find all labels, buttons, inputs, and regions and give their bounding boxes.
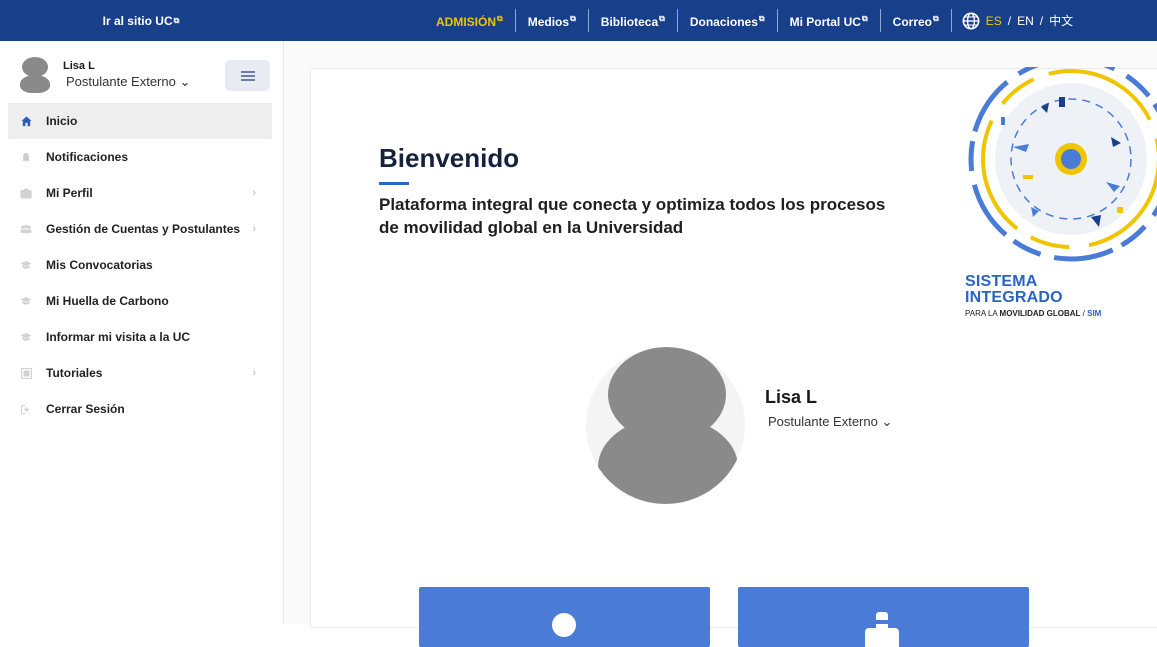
graduation-cap-icon: [20, 295, 32, 307]
nav-medios-label: Medios: [527, 15, 570, 29]
logo-sub-sim: SIM: [1087, 309, 1102, 318]
sidebar-item-label: Gestión de Cuentas y Postulantes: [46, 222, 241, 236]
logo-line-1: SISTEMA: [965, 273, 1038, 290]
site-link[interactable]: Ir al sitio UC ⧉: [0, 0, 282, 41]
top-bar: Ir al sitio UC ⧉ ADMISIÓN⧉ Medios⧉ Biblio…: [0, 0, 1157, 41]
person-icon: [552, 613, 576, 637]
site-link-label: Ir al sitio UC: [102, 13, 173, 28]
chevron-right-icon: ›: [252, 187, 256, 199]
sidebar-item-label: Mi Huella de Carbono: [46, 294, 169, 308]
sidebar-item-inicio[interactable]: Inicio: [8, 103, 272, 139]
sidebar-item-label: Mi Perfil: [46, 186, 93, 200]
sidebar-item-label: Inicio: [46, 114, 78, 128]
page-title: Bienvenido: [379, 143, 520, 173]
external-link-icon: ⧉: [933, 14, 939, 23]
sidebar-item-huella-carbono[interactable]: Mi Huella de Carbono: [8, 283, 272, 319]
bell-icon: [20, 151, 32, 163]
role-dropdown[interactable]: Postulante Externo ⌄: [66, 74, 190, 90]
medical-kit-icon: [865, 612, 899, 647]
sidebar-item-informar-visita[interactable]: Informar mi visita a la UC: [8, 319, 272, 355]
sidebar-item-notificaciones[interactable]: Notificaciones: [8, 139, 272, 175]
logo-sub-pre: PARA LA: [965, 309, 1000, 318]
user-name: Lisa L: [63, 60, 95, 72]
sidebar-item-label: Informar mi visita a la UC: [46, 330, 191, 344]
title-underline: [379, 182, 409, 185]
nav-admision-label: ADMISIÓN: [436, 15, 496, 29]
users-icon: [20, 223, 32, 235]
video-icon: [20, 367, 32, 379]
sidebar-item-mi-perfil[interactable]: Mi Perfil ›: [8, 175, 272, 211]
nav-correo-label: Correo: [892, 15, 932, 29]
nav-mi-portal-uc[interactable]: Mi Portal UC⧉: [778, 9, 881, 32]
lang-es[interactable]: ES: [986, 14, 1002, 28]
nav-donaciones[interactable]: Donaciones⧉: [678, 9, 778, 32]
graduation-cap-icon: [20, 259, 32, 271]
external-link-icon: ⧉: [861, 14, 868, 23]
menu-toggle-button[interactable]: [225, 60, 270, 91]
external-link-icon: ⧉: [497, 14, 503, 23]
sidebar-item-label: Mis Convocatorias: [46, 258, 153, 272]
lang-zh[interactable]: 中文: [1049, 12, 1073, 29]
sidebar-item-label: Cerrar Sesión: [46, 402, 125, 416]
sidebar-item-mis-convocatorias[interactable]: Mis Convocatorias: [8, 247, 272, 283]
nav-biblioteca-label: Biblioteca: [600, 15, 659, 29]
language-switcher: ES / EN / 中文: [952, 12, 1073, 30]
sidebar-item-label: Notificaciones: [46, 150, 129, 164]
logo-line-2: INTEGRADO: [965, 289, 1063, 306]
hamburger-icon: [240, 74, 255, 77]
top-nav: ADMISIÓN⧉ Medios⧉ Biblioteca⧉ Donaciones…: [424, 0, 1073, 41]
profile-role-dropdown[interactable]: Postulante Externo ⌄: [768, 414, 892, 430]
tagline: Plataforma integral que conecta y optimi…: [379, 195, 886, 237]
home-icon: [20, 115, 32, 127]
avatar: [20, 57, 50, 93]
sidebar-item-tutoriales[interactable]: Tutoriales ›: [8, 355, 272, 391]
external-link-icon: ⧉: [570, 14, 576, 23]
nav-biblioteca[interactable]: Biblioteca⧉: [589, 9, 678, 32]
logo-subtitle: PARA LA MOVILIDAD GLOBAL / SIM: [965, 309, 1101, 318]
lang-separator: /: [1007, 13, 1012, 28]
quick-access-tile-profile[interactable]: [419, 587, 710, 647]
globe-icon: [962, 12, 980, 29]
sidebar-nav: Inicio Notificaciones Mi Perfil › Gestió…: [8, 103, 272, 427]
profile-name: Lisa L: [765, 387, 818, 407]
logo-text: SISTEMA INTEGRADO: [965, 274, 1063, 306]
chevron-right-icon: ›: [252, 223, 256, 235]
graduation-cap-icon: [20, 331, 32, 343]
sidebar-item-label: Tutoriales: [46, 366, 103, 380]
external-link-icon: ⧉: [758, 14, 765, 23]
external-link-icon: ⧉: [659, 14, 665, 23]
nav-donaciones-label: Donaciones: [689, 15, 758, 29]
nav-medios[interactable]: Medios⧉: [516, 9, 589, 32]
external-link-icon: ⧉: [173, 15, 180, 25]
profile-avatar: [586, 347, 745, 504]
profile-icon: [20, 187, 32, 199]
chevron-right-icon: ›: [252, 367, 256, 379]
lang-en[interactable]: EN: [1017, 14, 1034, 28]
logout-icon: [20, 403, 32, 415]
main-content: Bienvenido Plataforma integral que conec…: [284, 41, 1157, 647]
nav-mi-portal-uc-label: Mi Portal UC: [789, 15, 861, 29]
nav-admision[interactable]: ADMISIÓN⧉: [424, 9, 516, 32]
lang-separator: /: [1039, 13, 1044, 28]
sidebar-item-cerrar-sesion[interactable]: Cerrar Sesión: [8, 391, 272, 427]
sidebar-item-gestion-cuentas[interactable]: Gestión de Cuentas y Postulantes ›: [8, 211, 272, 247]
welcome-card: Bienvenido Plataforma integral que conec…: [310, 67, 1157, 647]
logo-sub-bold: MOVILIDAD GLOBAL: [999, 309, 1081, 318]
quick-access-tile-health[interactable]: [738, 587, 1029, 647]
nav-correo[interactable]: Correo⧉: [881, 9, 952, 32]
sidebar-profile: Lisa L Postulante Externo ⌄: [8, 55, 276, 103]
sidebar: Lisa L Postulante Externo ⌄ Inicio Notif…: [0, 41, 284, 624]
